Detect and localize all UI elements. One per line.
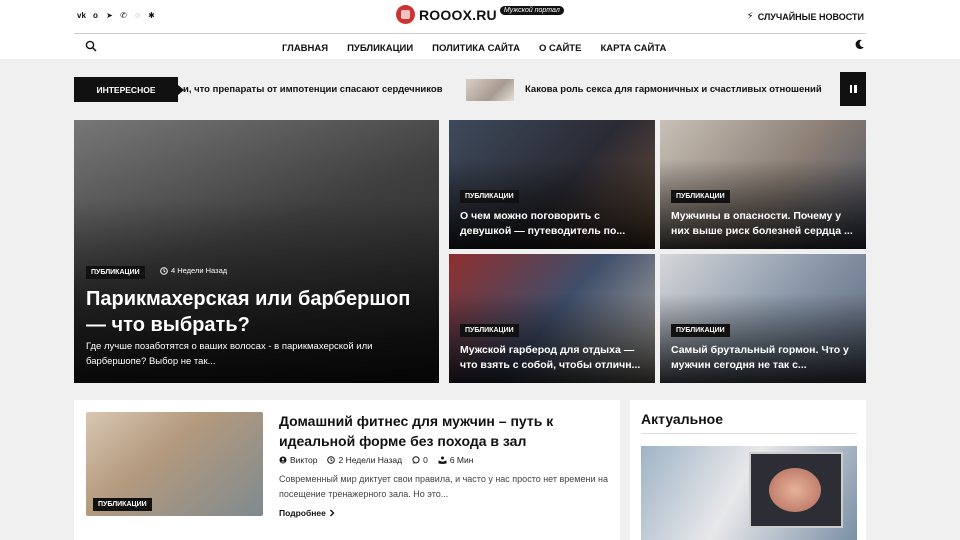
post-title[interactable]: Парикмахерская или барбершоп — что выбра… xyxy=(86,286,416,338)
nav-item-site-policy[interactable]: ПОЛИТИКА САЙТА xyxy=(432,43,520,54)
yandex-zen-icon[interactable]: ✱ xyxy=(147,11,156,20)
pause-button[interactable] xyxy=(840,72,866,106)
logo-icon xyxy=(396,5,415,24)
sidebar-widget: Актуальное xyxy=(630,400,866,540)
random-news-label: СЛУЧАЙНЫЕ НОВОСТИ xyxy=(757,11,864,22)
read-more-link[interactable]: Подробнее xyxy=(279,508,335,518)
lightning-icon: ⚡ xyxy=(746,11,754,22)
reading-icon xyxy=(438,456,447,464)
main-nav: ГЛАВНАЯ ПУБЛИКАЦИИ ПОЛИТИКА САЙТА О САЙТ… xyxy=(282,43,685,54)
vk-icon[interactable]: vk xyxy=(77,11,86,20)
ticker-thumbnail[interactable] xyxy=(466,79,514,101)
post-card[interactable]: ПУБЛИКАЦИИ О чем можно поговорить с деву… xyxy=(449,120,655,249)
nav-item-home[interactable]: ГЛАВНАЯ xyxy=(282,43,328,54)
site-logo[interactable]: ROOOX.RU Мужской портал xyxy=(396,5,564,24)
post-read-time: 6 Мин xyxy=(438,455,473,465)
post-card[interactable]: ПУБЛИКАЦИИ Самый брутальный гормон. Что … xyxy=(660,254,866,383)
post-list: ПУБЛИКАЦИИ Домашний фитнес для мужчин – … xyxy=(74,400,620,540)
divider xyxy=(74,33,866,34)
post-excerpt: Где лучше позаботятся о ваших волосах - … xyxy=(86,341,373,367)
nav-item-sitemap[interactable]: КАРТА САЙТА xyxy=(600,43,666,54)
category-badge[interactable]: ПУБЛИКАЦИИ xyxy=(671,190,730,203)
random-news-link[interactable]: ⚡ СЛУЧАЙНЫЕ НОВОСТИ xyxy=(747,11,864,22)
user-icon xyxy=(279,456,287,464)
whatsapp-icon[interactable]: ◌ xyxy=(133,11,142,20)
pause-icon xyxy=(849,85,852,93)
thumbnail-screen xyxy=(749,452,843,528)
ticker-item[interactable]: и, что препараты от импотенции спасают с… xyxy=(183,84,451,95)
chevron-right-icon xyxy=(329,509,335,517)
clock-icon xyxy=(327,456,336,464)
widget-title: Актуальное xyxy=(641,411,724,427)
category-badge[interactable]: ПУБЛИКАЦИИ xyxy=(460,190,519,203)
logo-badge: Мужской портал xyxy=(499,5,564,15)
category-badge[interactable]: ПУБЛИКАЦИИ xyxy=(93,498,152,511)
post-card[interactable]: ПУБЛИКАЦИИ Мужской гарберод для отдыха —… xyxy=(449,254,655,383)
comment-icon xyxy=(412,456,420,464)
category-badge[interactable]: ПУБЛИКАЦИИ xyxy=(86,266,145,279)
logo-text: ROOOX.RU xyxy=(419,6,497,23)
post-time: 4 Недели Назад xyxy=(160,266,227,275)
nav-item-about[interactable]: О САЙТЕ xyxy=(539,43,581,54)
category-badge[interactable]: ПУБЛИКАЦИИ xyxy=(460,324,519,337)
ticker-item[interactable]: Какова роль секса для гармоничных и счас… xyxy=(525,84,822,95)
telegram-icon[interactable]: ➤ xyxy=(105,11,114,20)
widget-post-thumbnail[interactable] xyxy=(641,446,857,540)
post-title[interactable]: Мужчины в опасности. Почему у них выше р… xyxy=(671,209,857,239)
search-icon[interactable] xyxy=(85,40,97,52)
category-badge[interactable]: ПУБЛИКАЦИИ xyxy=(671,324,730,337)
post-date: 2 Недели Назад xyxy=(327,455,402,465)
post-title[interactable]: Самый брутальный гормон. Что у мужчин се… xyxy=(671,343,857,373)
post-excerpt: Современный мир диктует свои правила, и … xyxy=(279,474,608,499)
post-thumbnail[interactable]: ПУБЛИКАЦИИ xyxy=(86,412,263,516)
featured-post[interactable]: ПУБЛИКАЦИИ 4 Недели Назад Парикмахерская… xyxy=(74,120,439,383)
news-ticker: ИНТЕРЕСНОЕ и, что препараты от импотенци… xyxy=(74,72,866,106)
divider xyxy=(641,433,857,434)
clock-icon xyxy=(160,266,168,275)
ticker-label: ИНТЕРЕСНОЕ xyxy=(74,77,178,102)
post-title[interactable]: О чем можно поговорить с девушкой — путе… xyxy=(460,209,646,239)
nav-item-publications[interactable]: ПУБЛИКАЦИИ xyxy=(347,43,413,54)
post-card[interactable]: ПУБЛИКАЦИИ Мужчины в опасности. Почему у… xyxy=(660,120,866,249)
odnoklassniki-icon[interactable]: о xyxy=(91,11,100,20)
post-title[interactable]: Домашний фитнес для мужчин – путь к идеа… xyxy=(279,411,599,452)
dark-mode-icon[interactable] xyxy=(854,39,865,50)
post-title[interactable]: Мужской гарберод для отдыха — что взять … xyxy=(460,343,646,373)
post-comments[interactable]: 0 xyxy=(412,455,428,465)
site-header: vk о ➤ ✆ ◌ ✱ ROOOX.RU Мужской портал ⚡ С… xyxy=(0,0,960,59)
viber-icon[interactable]: ✆ xyxy=(119,11,128,20)
post-meta: Виктор 2 Недели Назад 0 6 Мин xyxy=(279,455,473,465)
post-author[interactable]: Виктор xyxy=(279,455,317,465)
social-links: vk о ➤ ✆ ◌ ✱ xyxy=(77,11,156,20)
